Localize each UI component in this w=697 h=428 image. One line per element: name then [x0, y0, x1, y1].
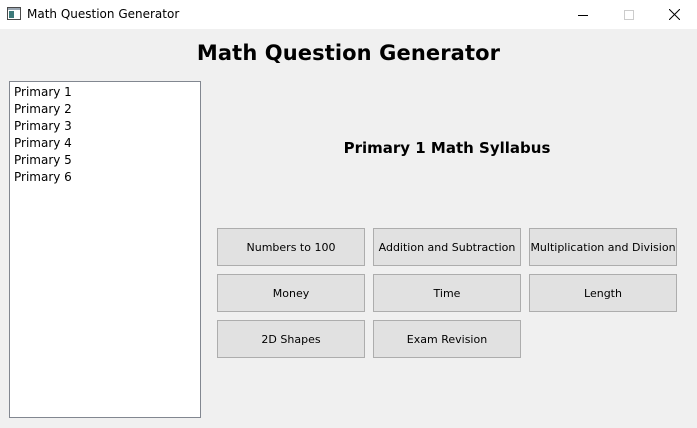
- time-button[interactable]: Time: [373, 274, 521, 312]
- maximize-button[interactable]: [606, 0, 652, 29]
- list-item[interactable]: Primary 5: [10, 152, 200, 169]
- list-item[interactable]: Primary 2: [10, 101, 200, 118]
- length-button[interactable]: Length: [529, 274, 677, 312]
- multiplication-and-division-button[interactable]: Multiplication and Division: [529, 228, 677, 266]
- title-bar[interactable]: Math Question Generator: [0, 0, 697, 29]
- list-item[interactable]: Primary 1: [10, 84, 200, 101]
- 2d-shapes-button[interactable]: 2D Shapes: [217, 320, 365, 358]
- syllabus-title: Primary 1 Math Syllabus: [343, 139, 551, 157]
- list-item[interactable]: Primary 3: [10, 118, 200, 135]
- app-window-icon: [7, 7, 21, 20]
- numbers-to-100-button[interactable]: Numbers to 100: [217, 228, 365, 266]
- close-button[interactable]: [651, 0, 697, 29]
- exam-revision-button[interactable]: Exam Revision: [373, 320, 521, 358]
- minimize-button[interactable]: [560, 0, 606, 29]
- maximize-icon: [624, 9, 634, 20]
- close-icon: [668, 9, 680, 20]
- addition-and-subtraction-button[interactable]: Addition and Subtraction: [373, 228, 521, 266]
- window-title: Math Question Generator: [27, 7, 180, 21]
- page-title: Math Question Generator: [196, 41, 501, 65]
- list-item[interactable]: Primary 6: [10, 169, 200, 186]
- level-list[interactable]: Primary 1 Primary 2 Primary 3 Primary 4 …: [9, 81, 201, 418]
- list-item[interactable]: Primary 4: [10, 135, 200, 152]
- minimize-icon: [578, 14, 588, 16]
- money-button[interactable]: Money: [217, 274, 365, 312]
